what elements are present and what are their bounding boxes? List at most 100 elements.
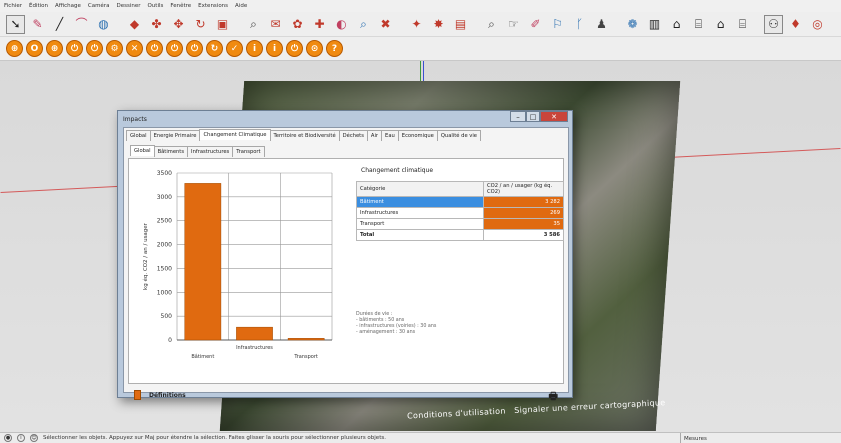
definitions-icon <box>134 390 141 400</box>
push-pull-icon[interactable]: ◆ <box>125 15 144 34</box>
eraser-icon[interactable]: ✎ <box>28 15 47 34</box>
paint-icon[interactable]: ✤ <box>147 15 166 34</box>
y-tick-label: 2000 <box>157 242 172 249</box>
menu-item[interactable]: Dessiner <box>116 3 140 9</box>
sub-tabs: Global Bâtiments Infrastructures Transport <box>130 145 265 157</box>
section-icon[interactable]: ✐ <box>526 15 545 34</box>
lock-icon[interactable]: ⊙ <box>306 40 323 57</box>
results-table: Catégorie CO2 / an / usager (kg éq. CO2)… <box>356 181 564 241</box>
circle-o-icon[interactable]: O <box>26 40 43 57</box>
col-header-category: Catégorie <box>356 181 484 197</box>
tab-energie-primaire[interactable]: Energie Primaire <box>149 130 201 141</box>
globe-icon[interactable]: ◎ <box>808 15 827 34</box>
text-icon[interactable]: ✉ <box>266 15 285 34</box>
component-icon[interactable]: ✦ <box>407 15 426 34</box>
protractor-icon[interactable]: ✚ <box>310 15 329 34</box>
row-category: Infrastructures <box>356 207 484 219</box>
warehouse-icon[interactable]: ᚴ <box>570 15 589 34</box>
arc-icon[interactable]: ⌒ <box>72 15 91 34</box>
extension-icon[interactable]: ♟ <box>592 15 611 34</box>
menu-item[interactable]: Outils <box>147 3 163 9</box>
plugin-toolbar: ⊕ O ⊕ ⏻ ⏻ ⚙ ✕ ⏻ ⏻ ⏻ ↻ ✓ i i ⏻ ⊙ ? <box>0 37 841 61</box>
ruby-icon[interactable]: ♦ <box>786 15 805 34</box>
co2-bar-chart: 0 500 1000 1500 2000 2500 3000 3500 Bâtiment Infr… <box>142 170 333 360</box>
tab-d-chets[interactable]: Déchets <box>338 130 368 141</box>
close-icon[interactable]: ✕ <box>126 40 143 57</box>
shape-icon[interactable]: ◍ <box>94 15 113 34</box>
move-icon[interactable]: ✥ <box>169 15 188 34</box>
position-camera-icon[interactable]: ☞ <box>504 15 523 34</box>
tape-measure-icon[interactable]: ⌕ <box>244 15 263 34</box>
subtab-global[interactable]: Global <box>130 145 155 156</box>
menu-item[interactable]: Affichage <box>55 3 81 9</box>
rotate-icon[interactable]: ↻ <box>191 15 210 34</box>
maximize-button[interactable]: □ <box>526 111 540 122</box>
home-icon[interactable]: ⌂ <box>711 15 730 34</box>
offset-icon[interactable]: ▣ <box>213 15 232 34</box>
plug-icon[interactable]: ⊕ <box>46 40 63 57</box>
plug-icon[interactable]: ⊕ <box>6 40 23 57</box>
menu-item[interactable]: Extensions <box>198 3 228 9</box>
geolocation-icon[interactable]: ● <box>4 434 12 442</box>
line-icon[interactable]: ╱ <box>50 15 69 34</box>
power-icon[interactable]: ⏻ <box>86 40 103 57</box>
printer-icon[interactable]: 🖶 <box>549 389 558 406</box>
orbit-icon[interactable]: ◐ <box>332 15 351 34</box>
power-icon[interactable]: ⏻ <box>286 40 303 57</box>
menu-item[interactable]: Caméra <box>88 3 110 9</box>
tab-global[interactable]: Global <box>126 130 151 141</box>
walk-icon[interactable]: ⌕ <box>482 15 501 34</box>
layer-icon[interactable]: ▤ <box>451 15 470 34</box>
power-icon[interactable]: ⏻ <box>166 40 183 57</box>
power-icon[interactable]: ⏻ <box>66 40 83 57</box>
x-tick-label: Infrastructures <box>236 345 273 351</box>
bar <box>236 326 273 341</box>
tab-eau[interactable]: Eau <box>381 130 399 141</box>
axes-icon[interactable]: ⚐ <box>548 15 567 34</box>
minimize-button[interactable]: – <box>510 111 526 122</box>
pan-icon[interactable]: ⌕ <box>354 15 373 34</box>
zoom-icon[interactable]: ✖ <box>376 15 395 34</box>
tab-qualit-de-vie[interactable]: Qualité de vie <box>436 130 481 141</box>
subtab-transport[interactable]: Transport <box>232 146 265 157</box>
select-arrow-icon[interactable]: ➘ <box>6 14 25 34</box>
measures-box[interactable]: Mesures <box>680 433 841 443</box>
tab-air[interactable]: Air <box>366 130 383 141</box>
style-icon[interactable]: ✸ <box>429 15 448 34</box>
check-icon[interactable]: ✓ <box>226 40 243 57</box>
refresh-icon[interactable]: ↻ <box>206 40 223 57</box>
table-row[interactable]: Bâtiment 3 282 <box>356 196 564 208</box>
sketchup-logo-icon[interactable]: ⚇ <box>764 14 783 34</box>
table-row[interactable]: Transport 35 <box>356 218 564 230</box>
top-view-icon[interactable]: ▥ <box>645 15 664 34</box>
tab-economique[interactable]: Economique <box>397 130 438 141</box>
menu-item[interactable]: Édition <box>29 3 48 9</box>
measures-label: Mesures <box>684 435 707 442</box>
right-view-icon[interactable]: ⌸ <box>689 15 708 34</box>
table-row[interactable]: Infrastructures 269 <box>356 207 564 219</box>
menu-item[interactable]: Aide <box>235 3 247 9</box>
menu-item[interactable]: Fenêtre <box>170 3 191 9</box>
menu-item[interactable]: Fichier <box>4 3 22 9</box>
subtab-b-timents[interactable]: Bâtiments <box>153 146 189 157</box>
dialog-title: Impacts <box>123 116 147 123</box>
info-icon[interactable]: i <box>17 434 25 442</box>
close-button[interactable]: ✕ <box>540 111 568 122</box>
question-icon[interactable]: ? <box>326 40 343 57</box>
info-icon[interactable]: i <box>246 40 263 57</box>
power-icon[interactable]: ⏻ <box>146 40 163 57</box>
tab-changement-climatique[interactable]: Changement Climatique <box>199 129 271 140</box>
subtab-infrastructures[interactable]: Infrastructures <box>187 146 234 157</box>
back-view-icon[interactable]: ⌸ <box>733 15 752 34</box>
front-view-icon[interactable]: ⌂ <box>667 15 686 34</box>
tab-territoire-et-biodiversit-[interactable]: Territoire et Biodiversité <box>269 130 340 141</box>
definitions-bar[interactable]: Définitions 🖶 <box>128 386 564 404</box>
bar <box>287 338 325 341</box>
iso-view-icon[interactable]: ❁ <box>623 15 642 34</box>
power-icon[interactable]: ⏻ <box>186 40 203 57</box>
user-icon[interactable]: ☺ <box>30 434 38 442</box>
impact-tabs: Global Energie Primaire Changement Climati… <box>126 129 481 141</box>
info-icon[interactable]: i <box>266 40 283 57</box>
dimension-icon[interactable]: ✿ <box>288 15 307 34</box>
gear-icon[interactable]: ⚙ <box>106 40 123 57</box>
